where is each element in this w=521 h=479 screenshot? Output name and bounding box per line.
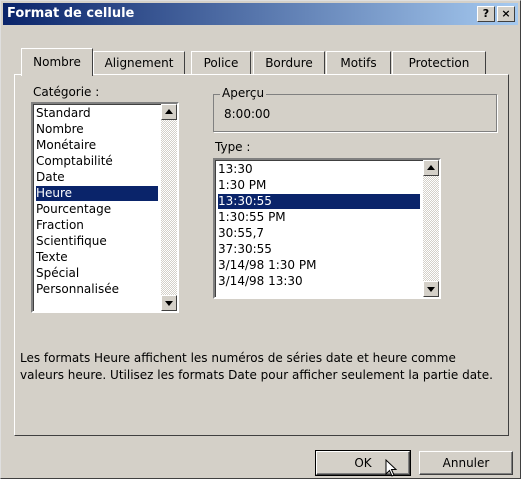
down-arrow-icon bbox=[165, 301, 173, 306]
tab-bordure[interactable]: Bordure bbox=[253, 51, 325, 74]
preview-label: Aperçu bbox=[220, 86, 267, 100]
type-list-item[interactable]: 13:30:55 bbox=[218, 194, 420, 209]
type-listbox[interactable]: 3/14/98 13:30 3/14/98 1:30 PM 37:30:55 30:5… bbox=[213, 158, 441, 299]
category-list-item[interactable]: Comptabilité bbox=[36, 154, 158, 169]
category-list-item[interactable]: Date bbox=[36, 170, 158, 185]
up-arrow-icon bbox=[165, 109, 173, 114]
category-list-item[interactable]: Standard bbox=[36, 106, 158, 121]
title-bar[interactable]: Format de cellule ? × bbox=[3, 3, 518, 25]
cancel-button[interactable]: Annuler bbox=[419, 451, 513, 475]
type-list-item[interactable]: 3/14/98 1:30 PM bbox=[218, 258, 420, 273]
type-list-item[interactable]: 1:30 PM bbox=[218, 178, 420, 193]
preview-groupbox: Aperçu 8:00:00 bbox=[213, 86, 497, 132]
mouse-cursor-icon bbox=[385, 459, 398, 477]
category-list-item[interactable]: Nombre bbox=[36, 122, 158, 137]
category-scroll-up-button[interactable] bbox=[161, 104, 177, 120]
category-list-item[interactable]: Scientifique bbox=[36, 234, 158, 249]
tab-alignement[interactable]: Alignement bbox=[93, 51, 185, 74]
help-button[interactable]: ? bbox=[477, 6, 495, 22]
category-list-item[interactable]: Spécial bbox=[36, 266, 158, 281]
tab-motifs[interactable]: Motifs bbox=[326, 51, 391, 74]
up-arrow-icon bbox=[427, 165, 435, 170]
type-label: Type : bbox=[215, 140, 251, 154]
category-list-item[interactable]: Fraction bbox=[36, 218, 158, 233]
format-cells-dialog: Format de cellule ? × Nombre Alignement … bbox=[0, 0, 521, 479]
down-arrow-icon bbox=[427, 287, 435, 292]
category-list-item[interactable]: Monétaire bbox=[36, 138, 158, 153]
category-listbox[interactable]: Personnalisée Spécial Texte Scientifique Fra… bbox=[31, 102, 179, 313]
category-list-item[interactable]: Pourcentage bbox=[36, 202, 158, 217]
type-list-item[interactable]: 13:30 bbox=[218, 162, 420, 177]
category-scrollbar[interactable] bbox=[161, 104, 177, 311]
type-scroll-up-button[interactable] bbox=[423, 160, 439, 176]
type-scroll-down-button[interactable] bbox=[423, 281, 439, 297]
dialog-title: Format de cellule bbox=[7, 6, 135, 21]
format-description: Les formats Heure affichent les numéros … bbox=[20, 351, 493, 382]
type-list-item[interactable]: 30:55,7 bbox=[218, 226, 420, 241]
close-button[interactable]: × bbox=[497, 6, 515, 22]
type-scrollbar[interactable] bbox=[423, 160, 439, 297]
category-list-item[interactable]: Heure bbox=[36, 186, 158, 201]
type-list-item[interactable]: 3/14/98 13:30 bbox=[218, 274, 420, 289]
category-list-item[interactable]: Texte bbox=[36, 250, 158, 265]
type-list-item[interactable]: 1:30:55 PM bbox=[218, 210, 420, 225]
preview-value: 8:00:00 bbox=[224, 107, 271, 121]
tab-protection[interactable]: Protection bbox=[392, 51, 486, 74]
tab-police[interactable]: Police bbox=[191, 51, 251, 74]
category-label: Catégorie : bbox=[33, 85, 100, 99]
category-list-item[interactable]: Personnalisée bbox=[36, 282, 158, 297]
category-scroll-down-button[interactable] bbox=[161, 295, 177, 311]
type-list-item[interactable]: 37:30:55 bbox=[218, 242, 420, 257]
tab-nombre[interactable]: Nombre bbox=[21, 48, 93, 76]
